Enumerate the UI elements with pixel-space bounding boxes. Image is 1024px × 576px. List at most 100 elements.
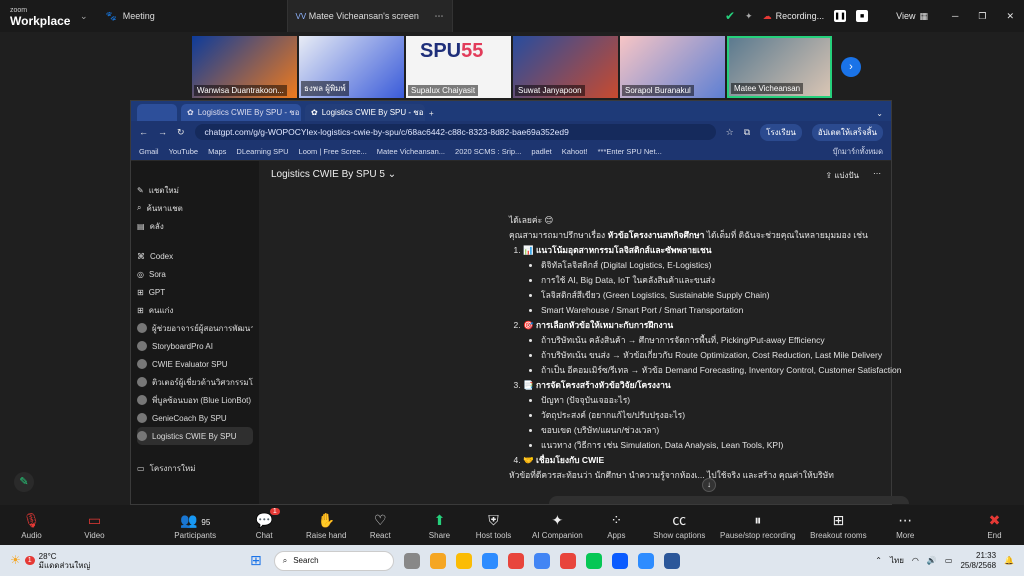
app-icon[interactable] bbox=[611, 552, 628, 569]
share-button[interactable]: ⇪ แบ่งปัน bbox=[825, 169, 859, 182]
reload-icon[interactable]: ↻ bbox=[177, 127, 185, 138]
bookmark-item[interactable]: YouTube bbox=[169, 147, 198, 156]
bookmark-item[interactable]: Maps bbox=[208, 147, 226, 156]
bookmark-item[interactable]: Matee Vicheansan... bbox=[377, 147, 445, 156]
update-button[interactable]: อัปเดตให้เสร็จสิ้น bbox=[811, 123, 883, 141]
star-icon[interactable]: ☆ bbox=[726, 127, 734, 138]
weather-widget[interactable]: ☀ 1 28°C มีแดดส่วนใหญ่ bbox=[0, 552, 200, 570]
bookmark-item[interactable]: 2020 SCMS : Srip... bbox=[455, 147, 521, 156]
windows-start-icon[interactable]: ⊞ bbox=[250, 552, 262, 569]
app-icon[interactable] bbox=[455, 552, 472, 569]
app-icon[interactable] bbox=[533, 552, 550, 569]
bookmark-item[interactable]: Kahoot! bbox=[562, 147, 588, 156]
host-tools-button[interactable]: ⛨ Host tools bbox=[469, 511, 518, 540]
app-icon[interactable] bbox=[637, 552, 654, 569]
app-icon[interactable] bbox=[559, 552, 576, 569]
sidebar-item-new-chat[interactable]: ✎ แชตใหม่ bbox=[137, 181, 253, 199]
next-participants-button[interactable]: › bbox=[841, 57, 861, 77]
volume-icon[interactable]: 🔊 bbox=[927, 556, 937, 565]
scroll-down-button[interactable]: ↓ bbox=[702, 478, 716, 492]
annotate-button[interactable]: ✎ bbox=[14, 472, 34, 492]
sidebar-item-gpt-7[interactable]: GenieCoach By SPU bbox=[137, 409, 253, 427]
minimize-icon[interactable]: ─ bbox=[952, 11, 958, 21]
view-button[interactable]: View ▦ bbox=[896, 11, 928, 22]
tab-shared-screen[interactable]: VV Matee Vicheansan's screen ⋯ bbox=[287, 0, 453, 32]
participant-tile[interactable]: SPU55 Supalux Chaiyasit bbox=[406, 36, 511, 98]
participant-tile[interactable]: ธงพล ผู้พิมพ์ bbox=[299, 36, 404, 98]
sidebar-item-sora[interactable]: ◎ Sora bbox=[137, 265, 253, 283]
captions-button[interactable]: ㏄ Show captions bbox=[650, 511, 709, 540]
sidebar-item-library[interactable]: ▤ คลัง bbox=[137, 217, 253, 235]
participants-button[interactable]: 👥 95 Participants bbox=[166, 511, 225, 540]
sidebar-item-search[interactable]: ⌕ ค้นหาแชต bbox=[137, 199, 253, 217]
app-icon[interactable] bbox=[403, 552, 420, 569]
tab-search-icon[interactable]: ⌄ bbox=[876, 109, 883, 121]
sidebar-item-gpt[interactable]: ⊞ GPT bbox=[137, 283, 253, 301]
pause-recording-button[interactable]: ⏸ Pause/stop recording bbox=[719, 511, 797, 540]
share-screen-button[interactable]: ⬆ Share bbox=[420, 511, 459, 540]
gpt-title[interactable]: Logistics CWIE By SPU 5 ⌄ bbox=[271, 169, 396, 180]
breakout-rooms-button[interactable]: ⊞ Breakout rooms bbox=[807, 511, 870, 540]
more-button[interactable]: ⋯ More bbox=[886, 511, 925, 540]
sidebar-item-gpt-6[interactable]: พี่บูลซ้อนบอท (Blue LionBot) bbox=[137, 391, 253, 409]
react-button[interactable]: ♡ React bbox=[361, 511, 400, 540]
end-button[interactable]: ✖ End bbox=[975, 511, 1014, 540]
bookmark-item[interactable]: Loom | Free Scree... bbox=[299, 147, 367, 156]
battery-icon[interactable]: ▭ bbox=[945, 556, 953, 565]
more-icon[interactable]: ⋯ bbox=[873, 169, 881, 182]
bookmark-item[interactable]: Gmail bbox=[139, 147, 159, 156]
close-icon[interactable]: ✕ bbox=[1006, 11, 1014, 22]
sidebar-item-new-project[interactable]: ▭ โครงการใหม่ bbox=[137, 459, 253, 477]
participant-tile[interactable]: Wanwisa Duantrakoon... bbox=[192, 36, 297, 98]
forward-icon[interactable]: → bbox=[158, 127, 167, 137]
sidebar-item-codex[interactable]: ⌘ Codex bbox=[137, 247, 253, 265]
app-icon[interactable] bbox=[429, 552, 446, 569]
sidebar-item-gpt-selected[interactable]: Logistics CWIE By SPU bbox=[137, 427, 253, 445]
chevron-up-icon[interactable]: ⌃ bbox=[875, 556, 882, 565]
maximize-icon[interactable]: ❐ bbox=[978, 11, 986, 22]
browser-tab[interactable]: ✿ Logistics CWIE By SPU - ชอ ✕ bbox=[181, 104, 301, 121]
back-icon[interactable]: ← bbox=[139, 127, 148, 137]
browser-tab-active[interactable]: ✿ Logistics CWIE By SPU - ชอ ✕ bbox=[305, 104, 425, 121]
extension-icon[interactable]: ⧉ bbox=[744, 127, 750, 138]
stop-recording-button[interactable]: ■ bbox=[856, 10, 869, 22]
shield-check-icon[interactable]: ✔ bbox=[725, 9, 735, 23]
sidebar-item-gpt-3[interactable]: StoryboardPro AI bbox=[137, 337, 253, 355]
new-tab-icon[interactable]: + bbox=[429, 109, 434, 121]
participant-tile[interactable]: Sorapol Buranakul bbox=[620, 36, 725, 98]
all-bookmarks[interactable]: บุ๊กมาร์กทั้งหมด bbox=[833, 146, 883, 158]
bookmark-item[interactable]: ***Enter SPU Net... bbox=[598, 147, 662, 156]
input-language[interactable]: ไทย bbox=[890, 554, 904, 567]
raise-hand-button[interactable]: ✋ Raise hand bbox=[302, 511, 351, 540]
chat-button[interactable]: 💬 1 Chat bbox=[245, 507, 284, 540]
bookmark-item[interactable]: padlet bbox=[531, 147, 551, 156]
audio-button[interactable]: 🎙 Audio bbox=[10, 511, 53, 540]
wifi-icon[interactable]: ◠ bbox=[912, 556, 919, 565]
app-icon[interactable] bbox=[663, 552, 680, 569]
notification-icon[interactable]: 🔔 bbox=[1004, 556, 1014, 565]
tab-meeting[interactable]: 🐾 Meeting bbox=[98, 0, 288, 32]
sparkle-icon[interactable]: ✦ bbox=[745, 11, 753, 22]
clock[interactable]: 21:33 25/8/2568 bbox=[960, 551, 996, 571]
app-icon[interactable] bbox=[585, 552, 602, 569]
pause-recording-button[interactable]: ❚❚ bbox=[834, 10, 847, 22]
sidebar-item-gpt-2[interactable]: ผู้ช่วยอาจารย์ผู้สอนการพัฒนา... bbox=[137, 319, 253, 337]
sidebar-item-gpt-5[interactable]: ติวเตอร์ผู้เชี่ยวด้านวิศวกรรมโ... bbox=[137, 373, 253, 391]
app-icon[interactable] bbox=[507, 552, 524, 569]
composer-box[interactable] bbox=[549, 496, 909, 504]
apps-button[interactable]: ⁘ Apps bbox=[597, 511, 636, 540]
url-input[interactable]: chatgpt.com/g/g-WOPOCYlex-logistics-cwie… bbox=[194, 124, 716, 140]
taskbar-search[interactable]: ⌕ Search bbox=[273, 550, 394, 571]
app-icon[interactable] bbox=[481, 552, 498, 569]
sidebar-item-gpt-4[interactable]: CWIE Evaluator SPU bbox=[137, 355, 253, 373]
sidebar-item-gpt-1[interactable]: ⊞ คนแก่ง bbox=[137, 301, 253, 319]
ai-companion-button[interactable]: ✦ AI Companion bbox=[528, 511, 587, 540]
bookmark-item[interactable]: DLearning SPU bbox=[236, 147, 288, 156]
profile-button[interactable]: โรงเรียน bbox=[760, 123, 802, 141]
video-button[interactable]: ▭ Video bbox=[65, 511, 124, 540]
browser-tab[interactable] bbox=[137, 104, 177, 121]
more-icon[interactable]: ⋯ bbox=[435, 11, 444, 22]
chevron-down-icon[interactable]: ⌄ bbox=[80, 11, 88, 22]
participant-tile-active[interactable]: Matee Vicheansan bbox=[727, 36, 832, 98]
participant-tile[interactable]: Suwat Janyapoon bbox=[513, 36, 618, 98]
